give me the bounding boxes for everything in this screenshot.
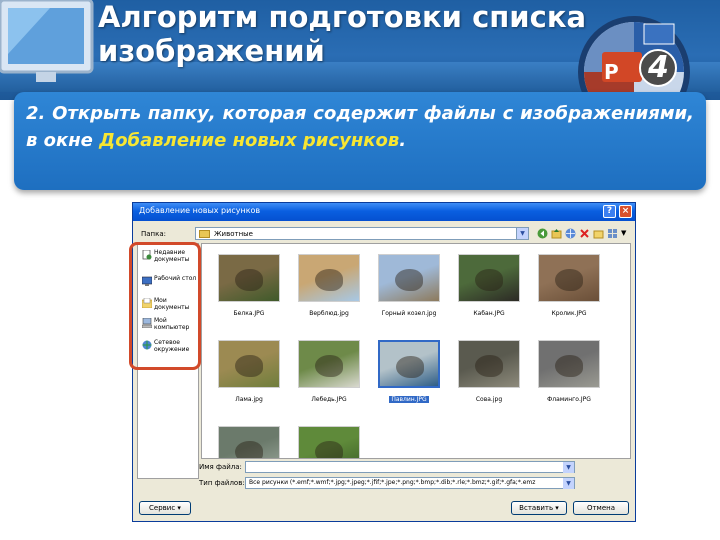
- file-thumbnail[interactable]: [378, 254, 440, 302]
- badge-letter: P: [604, 60, 619, 84]
- file-name-text: Лама.jpg: [235, 396, 263, 403]
- animal-photo: [315, 355, 343, 377]
- search-web-icon[interactable]: [565, 228, 576, 239]
- file-thumbnail[interactable]: [218, 254, 280, 302]
- dialog-title: Добавление новых рисунков: [139, 206, 261, 215]
- file-name-text: Верблюд.jpg: [309, 310, 349, 317]
- delete-icon[interactable]: [579, 228, 590, 239]
- filename-label: Имя файла:: [199, 463, 242, 471]
- new-folder-icon[interactable]: [593, 228, 604, 239]
- file-thumbnail[interactable]: [298, 340, 360, 388]
- animal-photo: [395, 269, 423, 291]
- insert-button[interactable]: Вставить ▾: [511, 501, 567, 515]
- file-thumbnail[interactable]: [218, 426, 280, 458]
- animal-photo: [235, 441, 263, 458]
- file-name[interactable]: Кабан.JPG: [449, 310, 529, 317]
- file-name[interactable]: Сова.jpg: [449, 396, 529, 403]
- dialog-toolbar: ▼: [535, 227, 631, 241]
- filetype-chevron-icon[interactable]: ▼: [563, 478, 574, 489]
- file-name-text: Сова.jpg: [475, 396, 503, 403]
- file-name[interactable]: Павлин.JPG: [369, 396, 449, 403]
- insert-button-label: Вставить: [519, 504, 554, 512]
- animal-photo: [235, 269, 263, 291]
- up-folder-icon[interactable]: [551, 228, 562, 239]
- file-name[interactable]: Лама.jpg: [209, 396, 289, 403]
- cancel-button[interactable]: Отмена: [573, 501, 629, 515]
- chevron-down-icon[interactable]: ▼: [516, 228, 528, 239]
- file-grid: Белка.JPG Верблюд.jpg Горный козел.jpg Каба…: [201, 243, 631, 459]
- back-icon[interactable]: [537, 228, 548, 239]
- file-name[interactable]: Белка.JPG: [209, 310, 289, 317]
- help-button[interactable]: ?: [603, 205, 616, 218]
- file-thumbnail[interactable]: [298, 254, 360, 302]
- file-name-text: Белка.JPG: [233, 310, 265, 317]
- animal-photo: [396, 356, 424, 378]
- file-thumbnail[interactable]: [458, 254, 520, 302]
- views-chevron-icon[interactable]: ▼: [621, 228, 632, 239]
- file-name-text: Лебедь.JPG: [311, 396, 347, 403]
- animal-photo: [315, 269, 343, 291]
- filetype-select[interactable]: Все рисунки (*.emf;*.wmf;*.jpg;*.jpeg;*.…: [245, 477, 575, 489]
- animal-photo: [235, 355, 263, 377]
- file-name[interactable]: Верблюд.jpg: [289, 310, 369, 317]
- add-pictures-dialog: Добавление новых рисунков ? × Папка: Жив…: [132, 202, 636, 522]
- badge-number: 4: [648, 50, 669, 85]
- instruction-text: 2. Открыть папку, которая содержит файлы…: [26, 100, 694, 154]
- close-button[interactable]: ×: [619, 205, 632, 218]
- instruction-text-end: .: [399, 130, 407, 151]
- animal-photo: [315, 441, 343, 458]
- monitor-icon: [0, 0, 94, 82]
- file-name[interactable]: Лебедь.JPG: [289, 396, 369, 403]
- folder-select[interactable]: Животные ▼: [195, 227, 529, 240]
- file-name-text: Кролик.JPG: [551, 310, 587, 317]
- animal-photo: [475, 269, 503, 291]
- places-highlight-frame: [129, 242, 201, 370]
- file-name-text: Горный козел.jpg: [381, 310, 437, 317]
- file-name[interactable]: Фламинго.JPG: [529, 396, 609, 403]
- file-thumbnail[interactable]: [218, 340, 280, 388]
- file-thumbnail[interactable]: [538, 340, 600, 388]
- file-name-text: Павлин.JPG: [389, 396, 429, 403]
- animal-photo: [555, 355, 583, 377]
- service-button-label: Сервис: [149, 504, 176, 512]
- file-name-text: Кабан.JPG: [473, 310, 505, 317]
- file-name[interactable]: Горный козел.jpg: [369, 310, 449, 317]
- filetype-label: Тип файлов:: [199, 479, 245, 487]
- folder-value: Животные: [214, 230, 253, 238]
- file-name-text: Фламинго.JPG: [547, 396, 591, 403]
- file-thumbnail[interactable]: [458, 340, 520, 388]
- dialog-titlebar[interactable]: Добавление новых рисунков ? ×: [133, 203, 635, 221]
- views-icon[interactable]: [607, 228, 618, 239]
- instruction-highlight: Добавление новых рисунков: [99, 130, 400, 151]
- folder-icon: [199, 230, 210, 238]
- instruction-box: 2. Открыть папку, которая содержит файлы…: [14, 92, 706, 190]
- file-thumbnail[interactable]: [378, 340, 440, 388]
- file-thumbnail[interactable]: [298, 426, 360, 458]
- filename-input[interactable]: [245, 461, 575, 473]
- animal-photo: [475, 355, 503, 377]
- animal-photo: [555, 269, 583, 291]
- filename-chevron-icon[interactable]: ▼: [563, 462, 574, 473]
- service-button[interactable]: Сервис ▾: [139, 501, 191, 515]
- file-name[interactable]: Кролик.JPG: [529, 310, 609, 317]
- slide-title: Алгоритм подготовки списка изображений: [98, 0, 587, 68]
- file-thumbnail[interactable]: [538, 254, 600, 302]
- folder-label: Папка:: [141, 230, 167, 238]
